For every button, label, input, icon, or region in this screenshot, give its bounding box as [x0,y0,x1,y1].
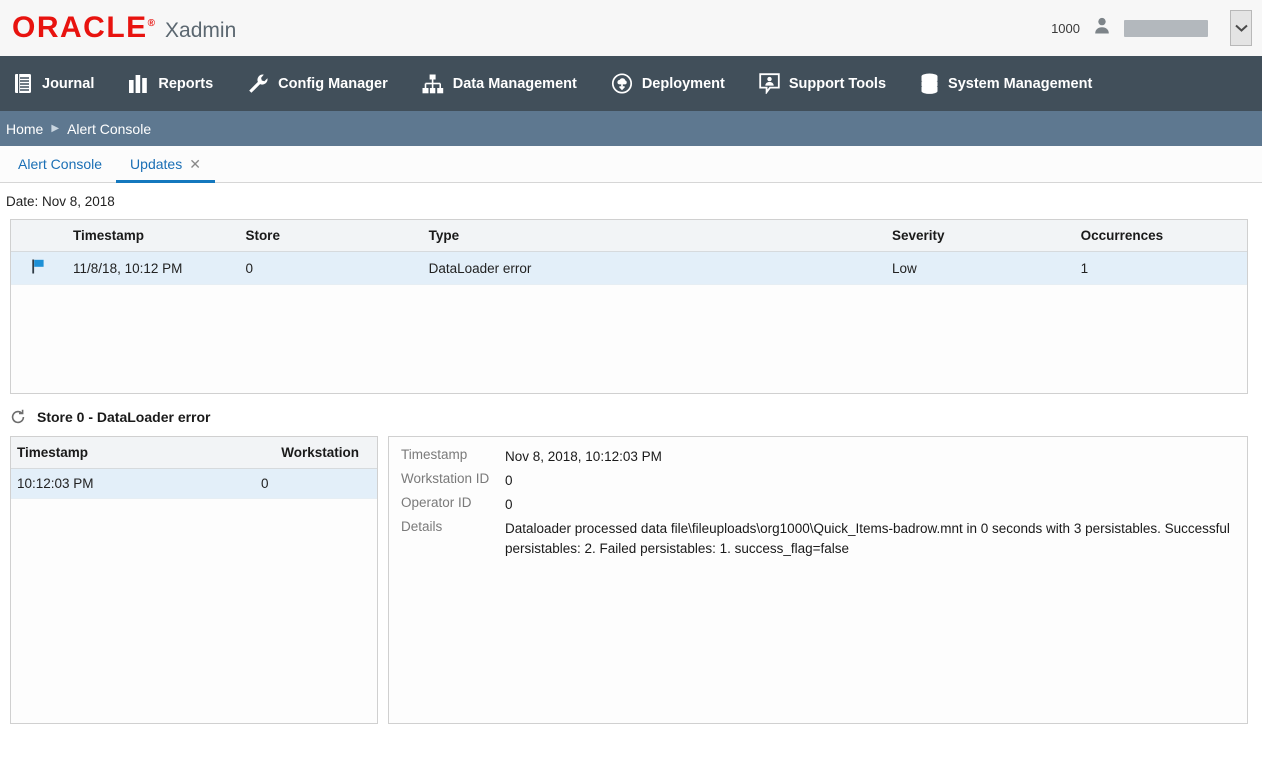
journal-book-icon [14,73,33,94]
nav-label: System Management [948,75,1093,92]
breadcrumb: Home ▶ Alert Console [0,111,1262,146]
table-header-row: Timestamp Store Type Severity Occurrence… [11,220,1247,252]
breadcrumb-item-home[interactable]: Home [6,121,43,137]
wrench-icon [247,73,269,94]
cell-timestamp: 10:12:03 PM [11,468,261,499]
cell-occurrences: 1 [1074,251,1247,285]
nav-item-system-management[interactable]: System Management [920,73,1110,94]
cell-store: 0 [239,251,423,285]
tab-label: Alert Console [18,155,103,172]
nav-label: Config Manager [278,75,388,92]
brand: ORACLE® Xadmin [12,13,236,43]
occurrences-panel: Timestamp Workstation 10:12:03 PM 0 [10,436,378,724]
occurrences-table-header: Timestamp Workstation [11,437,377,469]
bar-chart-icon [128,73,149,94]
app-name: Xadmin [165,19,237,42]
org-tree-icon [422,74,444,94]
nav-label: Deployment [641,75,725,92]
column-header-timestamp[interactable]: Timestamp [67,220,240,252]
oracle-logo[interactable]: ORACLE® [12,13,155,43]
column-header-occurrences[interactable]: Occurrences [1074,220,1247,252]
column-header-workstation[interactable]: Workstation [261,437,377,469]
nav-label: Data Management [452,75,577,92]
row-flag-cell[interactable] [11,251,68,285]
detail-field-grid: Timestamp Nov 8, 2018, 10:12:03 PM Works… [401,447,1235,558]
alerts-table-header: Timestamp Store Type Severity Occurrence… [11,220,1247,252]
column-header-timestamp[interactable]: Timestamp [11,437,261,469]
detail-label-workstation-id: Workstation ID [401,471,490,487]
close-icon[interactable]: ✕ [189,157,201,171]
occurrences-table-body: 10:12:03 PM 0 [11,468,377,499]
breadcrumb-separator-icon: ▶ [51,123,60,134]
nav-label: Journal [42,75,95,92]
cloud-download-icon [611,73,633,94]
detail-value-operator-id: 0 [505,497,513,513]
cell-severity: Low [885,251,1075,285]
nav-item-config-manager[interactable]: Config Manager [247,73,406,94]
header-menu-button[interactable] [1230,10,1252,46]
main-navigation: Journal Reports Config Manager Data Mana… [0,56,1262,111]
database-icon [920,73,939,94]
cell-type: DataLoader error [422,251,886,285]
detail-value-timestamp: Nov 8, 2018, 10:12:03 PM [505,449,662,464]
detail-label-details: Details [401,519,443,535]
date-label: Date: Nov 8, 2018 [6,194,115,209]
tab-label: Updates [130,155,183,172]
table-row[interactable]: 10:12:03 PM 0 [11,468,377,499]
detail-section-label: Store 0 - DataLoader error [37,409,211,425]
detail-section-title: Store 0 - DataLoader error [0,394,1262,436]
flag-icon [32,259,46,277]
column-header-type[interactable]: Type [422,220,886,252]
tab-bar: Alert Console Updates ✕ [0,146,1262,183]
nav-item-support-tools[interactable]: Support Tools [759,73,904,94]
registered-mark: ® [147,18,156,29]
cell-workstation: 0 [261,468,377,499]
breadcrumb-item-alert-console[interactable]: Alert Console [67,121,151,137]
detail-area: Timestamp Workstation 10:12:03 PM 0 Time… [0,436,1262,724]
tab-updates[interactable]: Updates ✕ [116,147,215,183]
person-icon [1094,17,1110,39]
nav-label: Reports [158,75,214,92]
refresh-icon[interactable] [10,409,26,425]
nav-item-reports[interactable]: Reports [128,73,231,94]
detail-label-operator-id: Operator ID [401,495,472,511]
alerts-table-body: 11/8/18, 10:12 PM 0 DataLoader error Low… [11,251,1247,285]
tab-alert-console[interactable]: Alert Console [4,147,116,183]
nav-item-journal[interactable]: Journal [14,73,112,94]
person-bubble-icon [759,73,780,94]
detail-value-workstation-id: 0 [505,473,513,489]
username-redacted [1124,19,1208,37]
occurrences-table: Timestamp Workstation 10:12:03 PM 0 [11,437,377,499]
nav-item-deployment[interactable]: Deployment [611,73,743,94]
alert-detail-panel: Timestamp Nov 8, 2018, 10:12:03 PM Works… [388,436,1248,724]
table-row[interactable]: 11/8/18, 10:12 PM 0 DataLoader error Low… [11,251,1247,285]
header-right: 1000 [1051,10,1252,46]
cell-timestamp: 11/8/18, 10:12 PM [67,251,240,285]
org-id: 1000 [1051,20,1080,36]
detail-label-timestamp: Timestamp [401,447,468,462]
nav-label: Support Tools [788,75,887,92]
nav-item-data-management[interactable]: Data Management [422,74,595,94]
alerts-panel: Timestamp Store Type Severity Occurrence… [10,219,1248,394]
page-content: Date: Nov 8, 2018 Timestamp Store Type S… [0,183,1262,760]
alerts-table: Timestamp Store Type Severity Occurrence… [11,220,1247,285]
column-header-store[interactable]: Store [239,220,423,252]
table-header-row: Timestamp Workstation [11,437,377,469]
detail-value-details: Dataloader processed data file\fileuploa… [505,521,1230,556]
app-header: ORACLE® Xadmin 1000 [0,0,1262,56]
chevron-down-icon [1234,19,1248,37]
column-header-flag[interactable] [11,220,68,252]
column-header-severity[interactable]: Severity [885,220,1075,252]
